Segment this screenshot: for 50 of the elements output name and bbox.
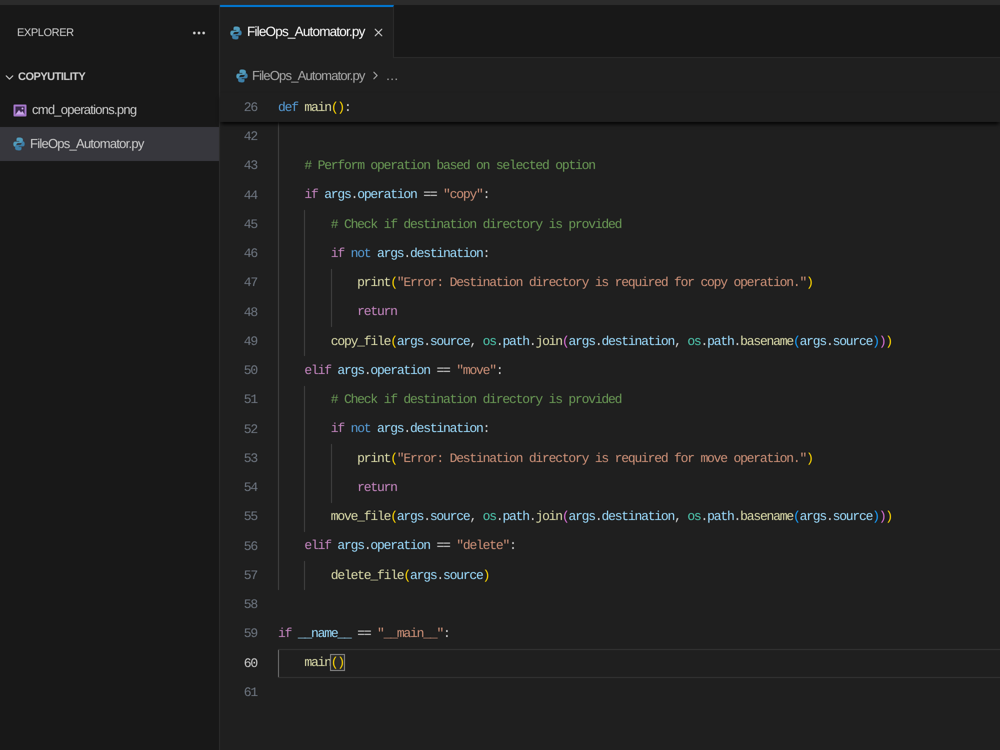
- code-line: elif args.operation == "delete":: [304, 537, 516, 556]
- editor-tab[interactable]: FileOps_Automator.py: [220, 5, 394, 58]
- code-line: copy_file(args.source, os.path.join(args.destination, os.path.basename(args.source))): [330, 332, 892, 351]
- breadcrumb-item[interactable]: …: [386, 66, 398, 86]
- image-file-icon: [13, 104, 27, 116]
- sidebar-title: EXPLORER: [17, 26, 74, 41]
- line-number: 59: [242, 625, 257, 644]
- file-type-icon: [230, 26, 242, 40]
- line-number: 50: [242, 362, 257, 380]
- code-line: # Check if destination directory is provided: [330, 391, 622, 410]
- line-number: 61: [242, 684, 257, 702]
- line-number: 60: [242, 654, 257, 673]
- file-type-icon: [236, 68, 248, 82]
- code-line: if not args.destination:: [330, 244, 490, 263]
- code-line: if not args.destination:: [330, 420, 490, 438]
- line-number: 44: [242, 186, 257, 205]
- line-number: 57: [242, 566, 257, 585]
- line-number: 52: [242, 420, 257, 439]
- file-tree-item[interactable]: FileOps_Automator.py: [0, 127, 219, 161]
- code-line: return: [357, 303, 397, 322]
- code-line: move_file(args.source, os.path.join(args.destination, os.path.basename(args.source))): [330, 508, 892, 526]
- line-number: 42: [242, 128, 257, 146]
- line-number: 48: [242, 304, 257, 322]
- code-line: print("Error: Destination directory is required for move operation."): [357, 450, 813, 468]
- line-number: 26: [242, 98, 257, 117]
- line-number: 47: [242, 274, 257, 292]
- line-number: 45: [242, 216, 257, 234]
- line-number: 53: [242, 450, 257, 468]
- line-number: 51: [242, 391, 257, 410]
- code-line: return: [357, 478, 397, 497]
- line-number: 43: [242, 157, 257, 176]
- code-line: print("Error: Destination directory is required for copy operation."): [357, 274, 813, 292]
- line-number: 55: [242, 508, 257, 526]
- close-icon[interactable]: [372, 26, 385, 39]
- line-number: 58: [242, 596, 257, 614]
- code-line: # Check if destination directory is provided: [330, 216, 622, 234]
- line-number: 49: [242, 332, 257, 351]
- line-number: 46: [242, 245, 257, 264]
- code-line: if args.operation == "copy":: [304, 186, 490, 204]
- code-line: delete_file(args.source): [330, 566, 490, 585]
- folder-tree-item[interactable]: COPYUTILITY: [0, 61, 219, 93]
- code-line: if __name__ == "__main__":: [278, 625, 450, 644]
- file-tree-item[interactable]: cmd_operations.png: [0, 93, 219, 127]
- code-line: def main():: [278, 98, 351, 117]
- breadcrumb-item[interactable]: FileOps_Automator.py: [252, 66, 365, 86]
- file-type-icon: [13, 137, 25, 151]
- code-line: # Perform operation based on selected option: [304, 157, 595, 176]
- line-number: 54: [242, 479, 257, 498]
- code-line: elif args.operation == "move":: [304, 362, 502, 380]
- line-number: 56: [242, 538, 257, 556]
